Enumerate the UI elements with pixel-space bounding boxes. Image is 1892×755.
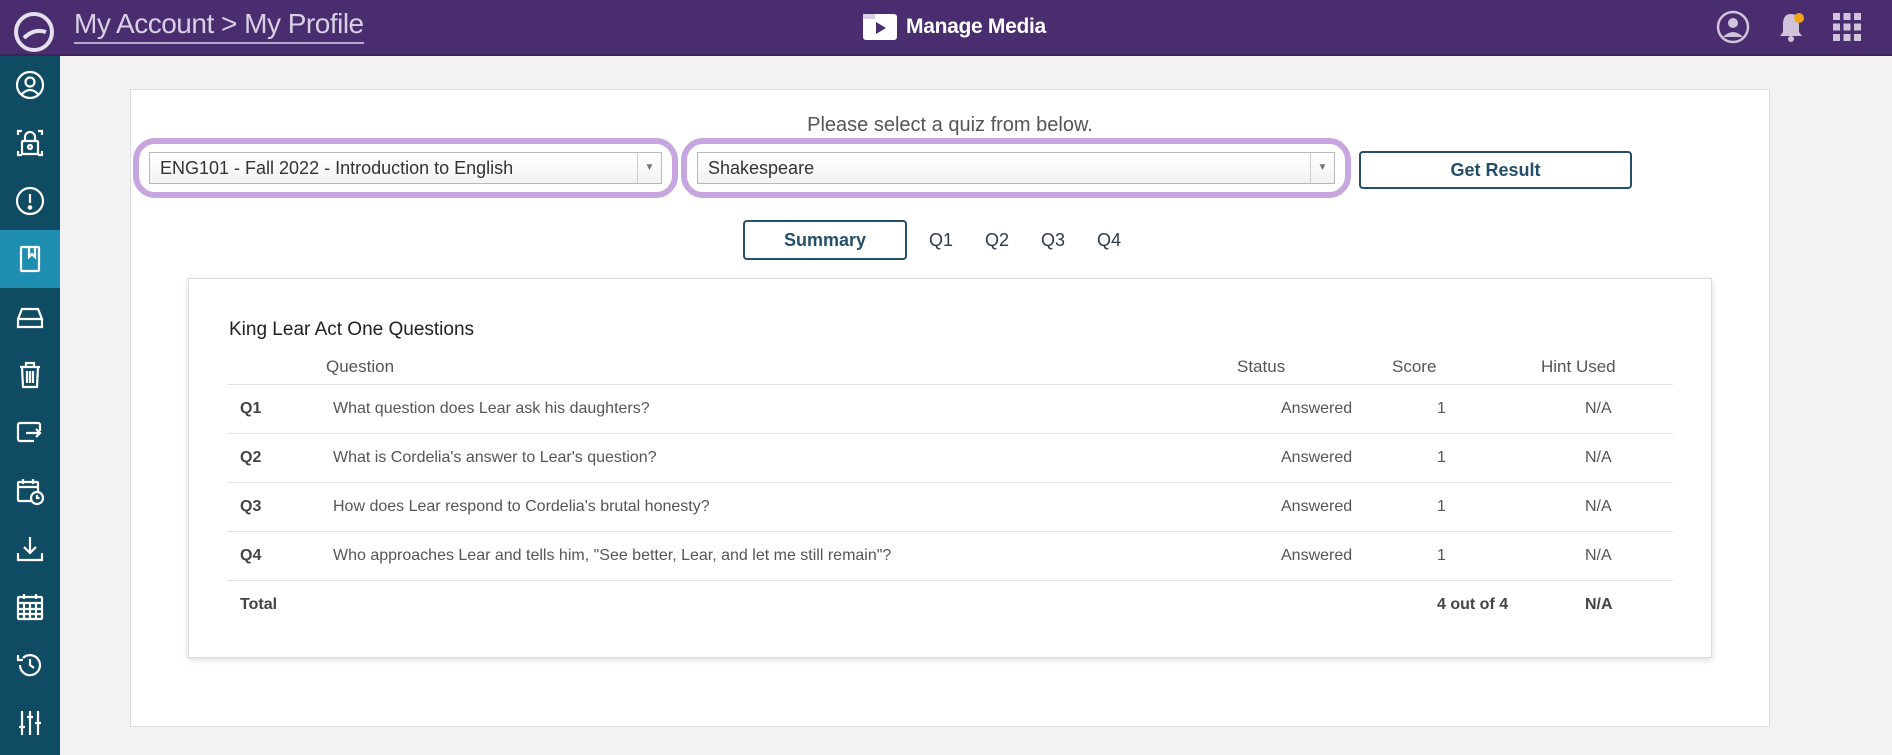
tab-summary[interactable]: Summary xyxy=(743,220,907,260)
course-select-highlight: ENG101 - Fall 2022 - Introduction to Eng… xyxy=(133,138,678,198)
question-hint: N/A xyxy=(1585,449,1612,466)
question-text: Who approaches Lear and tells him, "See … xyxy=(333,547,892,564)
share-icon xyxy=(16,421,42,443)
bookmark-book-icon xyxy=(19,245,41,273)
sidebar-item-history[interactable] xyxy=(0,636,60,694)
column-header-score: Score xyxy=(1392,357,1437,376)
sidebar-item-settings[interactable] xyxy=(0,694,60,752)
table-total-row: Total 4 out of 4 N/A xyxy=(227,580,1673,629)
sidebar-item-download[interactable] xyxy=(0,520,60,578)
course-select[interactable]: ENG101 - Fall 2022 - Introduction to Eng… xyxy=(149,152,662,184)
chevron-down-icon[interactable]: ▼ xyxy=(637,153,661,183)
total-hint: N/A xyxy=(1585,596,1613,613)
tab-q4[interactable]: Q4 xyxy=(1097,230,1121,251)
quiz-select-value: Shakespeare xyxy=(708,158,815,178)
download-icon xyxy=(16,537,44,562)
media-folder-icon xyxy=(863,14,897,40)
question-id: Q2 xyxy=(240,449,262,466)
total-label: Total xyxy=(240,596,278,613)
tab-q2[interactable]: Q2 xyxy=(985,230,1009,251)
question-text: What is Cordelia's answer to Lear's ques… xyxy=(333,449,657,466)
sidebar-item-schedule[interactable] xyxy=(0,462,60,520)
sidebar-item-storage[interactable] xyxy=(0,288,60,346)
app-logo-icon[interactable] xyxy=(12,10,56,54)
question-hint: N/A xyxy=(1585,547,1612,564)
notification-bell-icon[interactable] xyxy=(1774,10,1808,44)
calendar-icon xyxy=(16,594,44,621)
column-header-status: Status xyxy=(1237,357,1286,376)
breadcrumb[interactable]: My Account > My Profile xyxy=(74,8,364,44)
question-score: 1 xyxy=(1437,498,1446,515)
question-hint: N/A xyxy=(1585,498,1612,515)
question-text: What question does Lear ask his daughter… xyxy=(333,400,650,417)
table-header: Question Status Score Hint Used xyxy=(229,357,1669,379)
sidebar-item-calendar[interactable] xyxy=(0,578,60,636)
sidebar-item-trash[interactable] xyxy=(0,346,60,404)
question-id: Q1 xyxy=(240,400,262,417)
table-row: Q1 What question does Lear ask his daugh… xyxy=(227,384,1673,433)
table-row: Q4 Who approaches Lear and tells him, "S… xyxy=(227,531,1673,580)
sliders-icon xyxy=(19,711,41,735)
sidebar-item-security[interactable] xyxy=(0,114,60,172)
question-status: Answered xyxy=(1281,400,1353,417)
apps-grid-icon[interactable] xyxy=(1830,10,1864,44)
column-header-hint: Hint Used xyxy=(1541,357,1616,376)
sidebar-item-alerts[interactable] xyxy=(0,172,60,230)
trash-icon xyxy=(20,361,40,389)
column-header-question: Question xyxy=(326,357,395,376)
question-status: Answered xyxy=(1281,498,1353,515)
tab-q3[interactable]: Q3 xyxy=(1041,230,1065,251)
question-id: Q3 xyxy=(240,498,262,515)
sidebar xyxy=(0,56,60,755)
total-score: 4 out of 4 xyxy=(1437,596,1509,613)
quiz-select-highlight: Shakespeare ▼ xyxy=(681,138,1351,198)
question-tabs: Summary Q1 Q2 Q3 Q4 xyxy=(743,220,1153,260)
drive-icon xyxy=(16,307,44,329)
manage-media-link[interactable]: Manage Media xyxy=(862,10,1046,44)
question-text: How does Lear respond to Cordelia's brut… xyxy=(333,498,710,515)
chevron-down-icon[interactable]: ▼ xyxy=(1310,153,1334,183)
table-row: Q2 What is Cordelia's answer to Lear's q… xyxy=(227,433,1673,482)
question-score: 1 xyxy=(1437,400,1446,417)
question-score: 1 xyxy=(1437,547,1446,564)
quiz-title: King Lear Act One Questions xyxy=(229,319,475,340)
course-select-value: ENG101 - Fall 2022 - Introduction to Eng… xyxy=(160,158,514,178)
question-id: Q4 xyxy=(240,547,262,564)
history-icon xyxy=(16,654,42,677)
calendar-clock-icon xyxy=(16,479,45,506)
manage-media-label: Manage Media xyxy=(906,15,1046,38)
question-hint: N/A xyxy=(1585,400,1612,417)
user-profile-icon[interactable] xyxy=(1716,10,1750,44)
select-quiz-prompt: Please select a quiz from below. xyxy=(807,114,1093,136)
tab-q1[interactable]: Q1 xyxy=(929,230,953,251)
sidebar-item-profile[interactable] xyxy=(0,56,60,114)
get-result-button[interactable]: Get Result xyxy=(1359,151,1632,189)
question-status: Answered xyxy=(1281,449,1353,466)
results-summary-card: King Lear Act One Questions Question Sta… xyxy=(188,278,1712,658)
lock-icon xyxy=(16,129,44,157)
breadcrumb-text[interactable]: My Account > My Profile xyxy=(74,8,364,44)
question-score: 1 xyxy=(1437,449,1446,466)
sidebar-item-share[interactable] xyxy=(0,404,60,462)
quiz-select[interactable]: Shakespeare ▼ xyxy=(697,152,1335,184)
question-status: Answered xyxy=(1281,547,1353,564)
quiz-results-panel: Please select a quiz from below. ENG101 … xyxy=(130,89,1770,727)
alert-icon xyxy=(15,186,45,216)
top-bar: My Account > My Profile Manage Media xyxy=(0,0,1892,56)
table-row: Q3 How does Lear respond to Cordelia's b… xyxy=(227,482,1673,531)
user-circle-icon xyxy=(15,70,45,100)
sidebar-item-bookmarks[interactable] xyxy=(0,230,60,288)
